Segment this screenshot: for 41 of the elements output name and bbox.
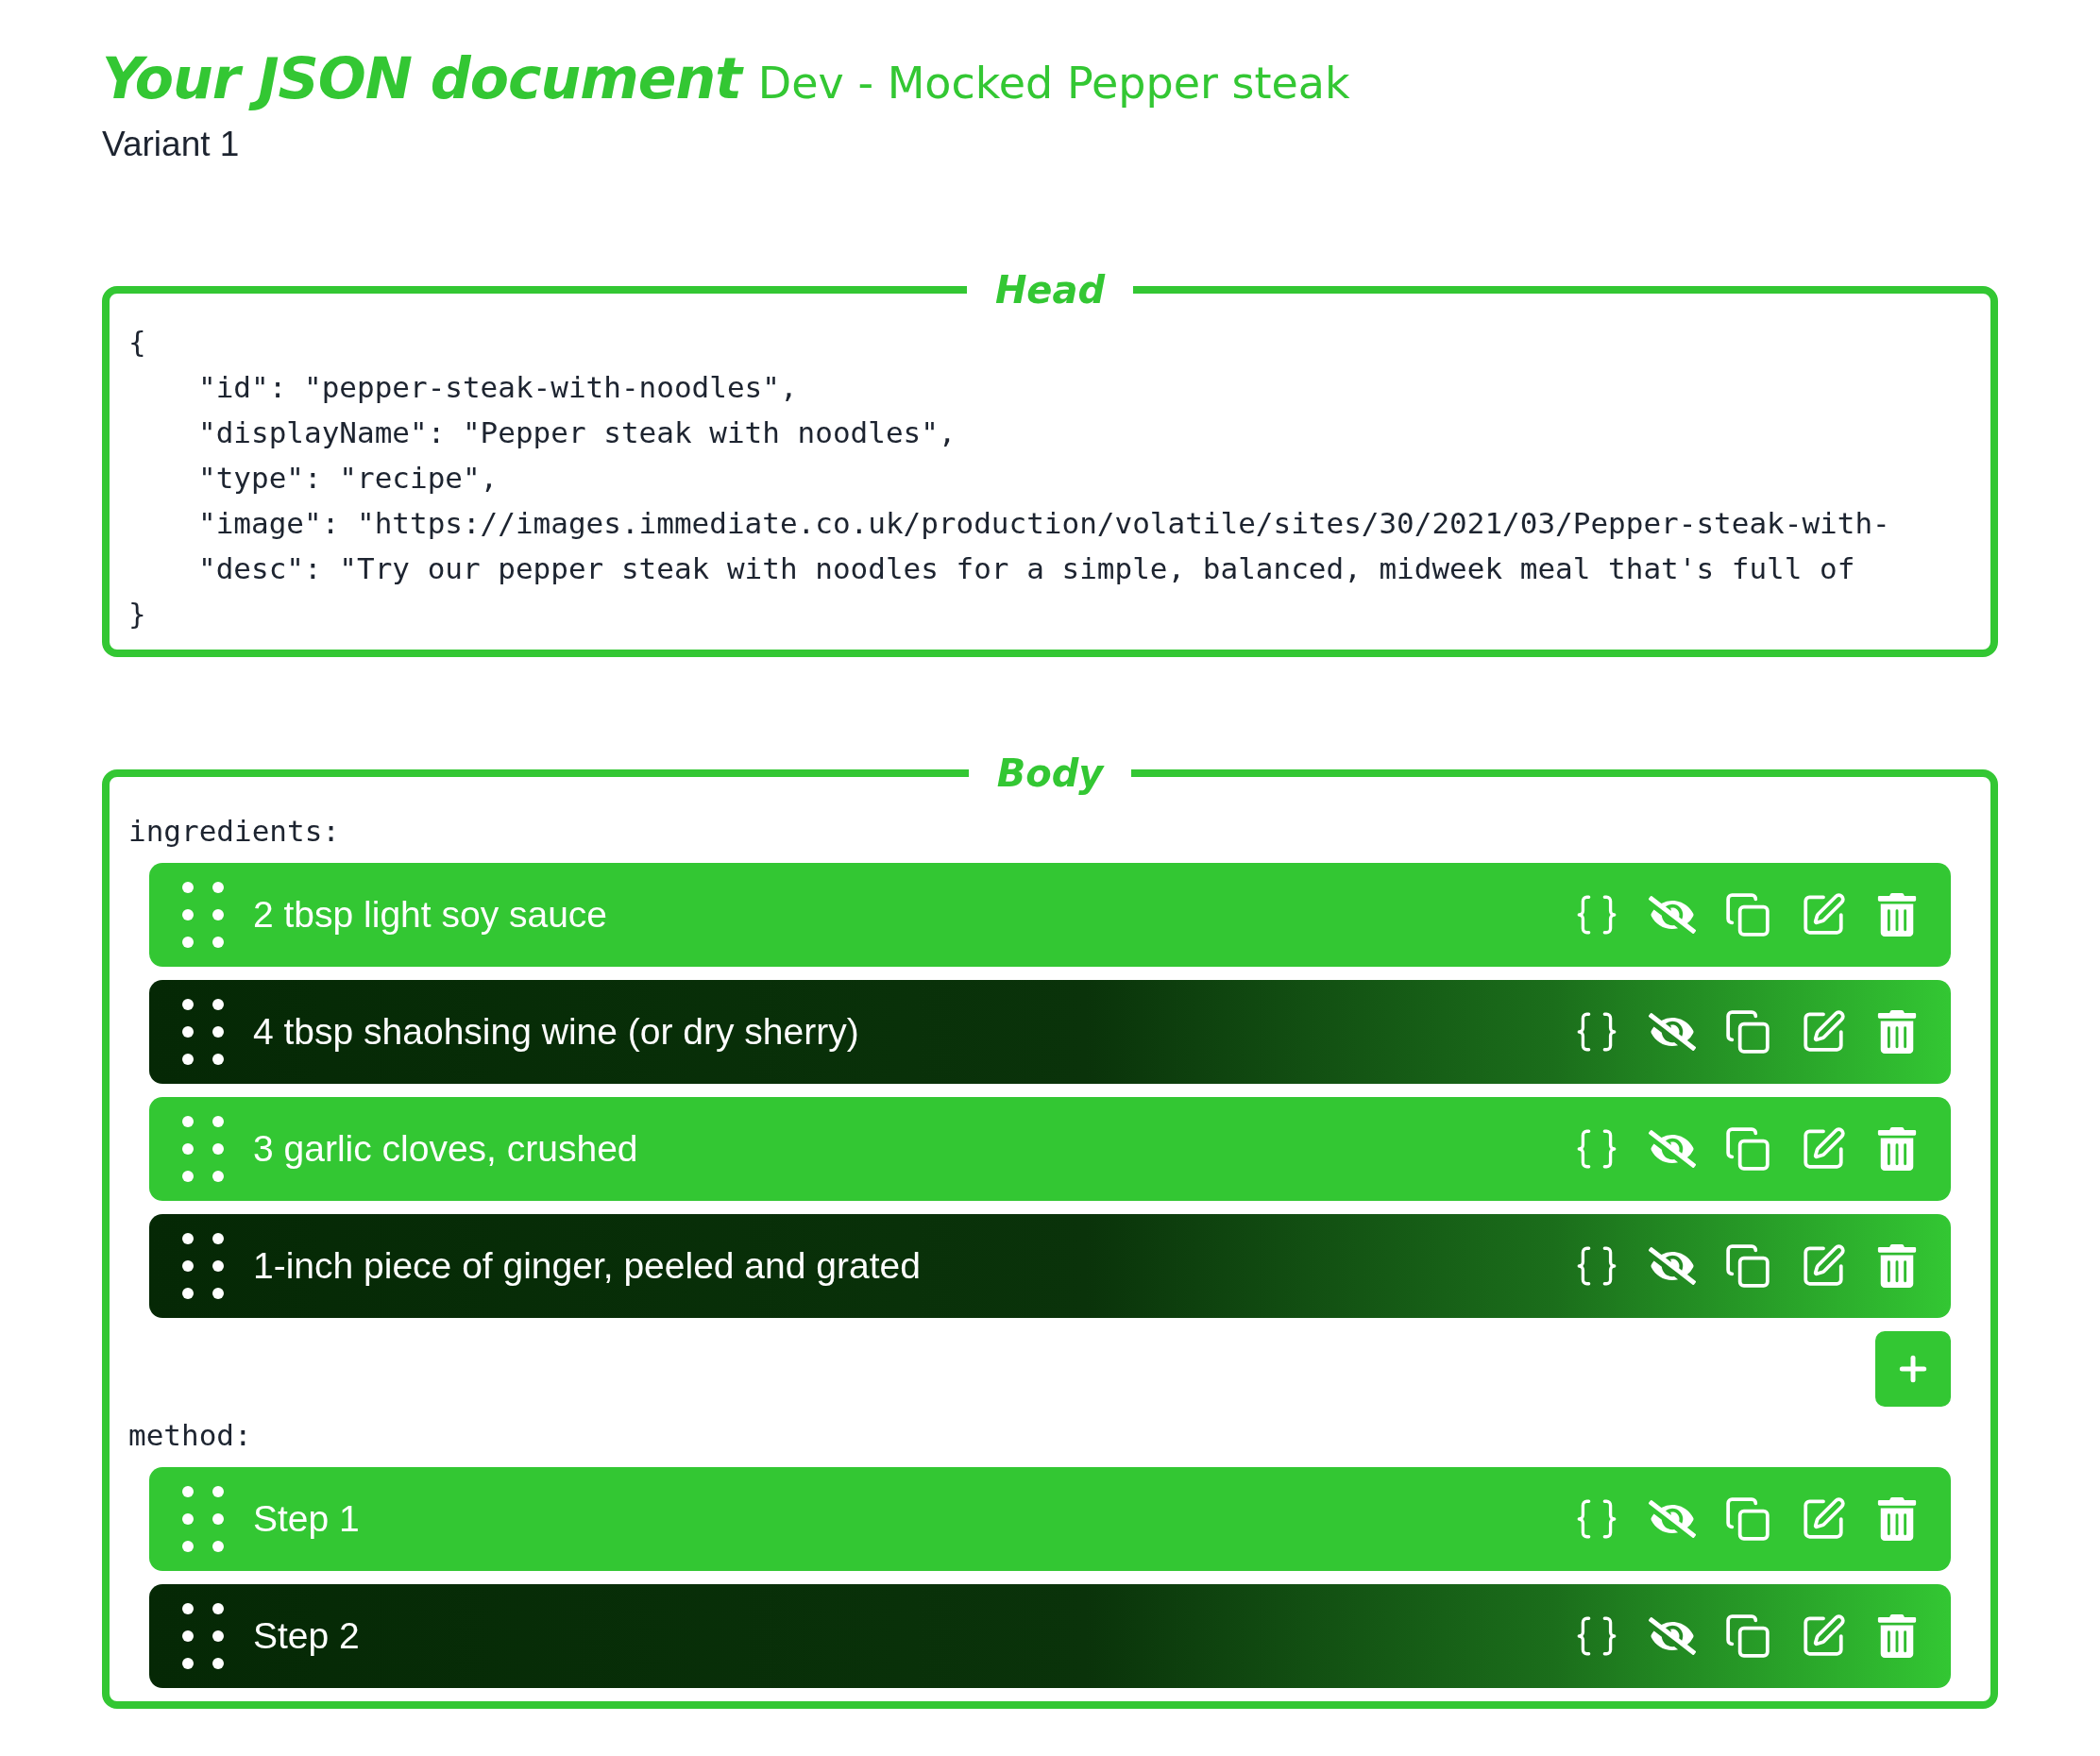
code-line: { — [128, 324, 147, 361]
drag-handle-icon[interactable] — [181, 881, 225, 949]
item-label: 2 tbsp light soy sauce — [253, 894, 609, 936]
trash-icon[interactable] — [1875, 1497, 1919, 1541]
list-item[interactable]: 1-inch piece of ginger, peeled and grated — [149, 1214, 1951, 1318]
item-label: 4 tbsp shaohsing wine (or dry sherry) — [253, 1011, 860, 1053]
copy-icon[interactable] — [1724, 1495, 1771, 1543]
panel-legend: Body — [968, 751, 1132, 795]
code-line: "displayName": "Pepper steak with noodles", — [197, 414, 957, 451]
list-item[interactable]: 4 tbsp shaohsing wine (or dry sherry) — [149, 980, 1951, 1084]
section-label: ingredients: — [128, 814, 341, 848]
add-button[interactable] — [1875, 1331, 1951, 1407]
variant-label: Variant 1 — [102, 125, 241, 164]
item-label: 3 garlic cloves, crushed — [253, 1128, 639, 1170]
code-line: "type": "recipe", — [197, 460, 500, 497]
drag-handle-icon[interactable] — [181, 998, 225, 1066]
drag-handle-icon[interactable] — [181, 1115, 225, 1183]
item-label: Step 1 — [253, 1498, 361, 1540]
copy-icon[interactable] — [1724, 891, 1771, 938]
drag-handle-icon[interactable] — [181, 1485, 225, 1553]
copy-icon[interactable] — [1724, 1242, 1771, 1290]
copy-icon[interactable] — [1724, 1008, 1771, 1055]
list-item[interactable]: Step 2 — [149, 1584, 1951, 1688]
drag-handle-icon[interactable] — [181, 1232, 225, 1300]
code-line: "desc": "Try our pepper steak with noodles for a simple, balanced, midweek meal that's full of — [197, 550, 1856, 587]
trash-icon[interactable] — [1875, 1010, 1919, 1054]
copy-icon[interactable] — [1724, 1612, 1771, 1660]
page-subtitle: Dev - Mocked Pepper steak — [757, 58, 1350, 109]
item-label: Step 2 — [253, 1615, 361, 1657]
drag-handle-icon[interactable] — [181, 1602, 225, 1670]
trash-icon[interactable] — [1875, 1614, 1919, 1658]
trash-icon[interactable] — [1875, 1244, 1919, 1288]
code-line: } — [128, 596, 147, 633]
item-label: 1-inch piece of ginger, peeled and grated — [253, 1245, 922, 1287]
panel-legend: Head — [966, 268, 1134, 312]
trash-icon[interactable] — [1875, 1127, 1919, 1171]
code-line: "image": "https://images.immediate.co.uk/production/volatile/sites/30/2021/03/Pepper-steak-with- — [197, 505, 1891, 542]
trash-icon[interactable] — [1875, 893, 1919, 937]
code-line: "id": "pepper-steak-with-noodles", — [197, 369, 799, 406]
copy-icon[interactable] — [1724, 1125, 1771, 1173]
section-label: method: — [128, 1418, 253, 1452]
